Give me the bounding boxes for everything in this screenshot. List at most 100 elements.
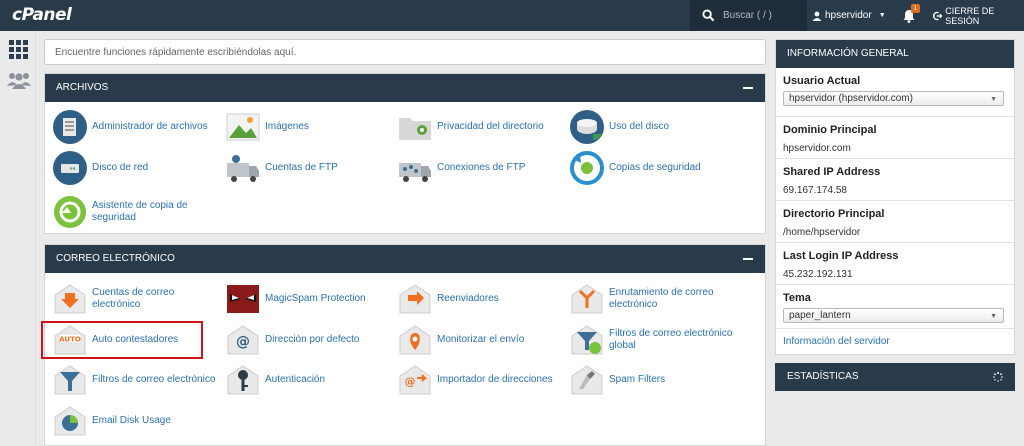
main-domain-value: hpservidor.com [783, 143, 851, 154]
backup-icon [570, 151, 604, 185]
tool-images[interactable]: Imágenes [226, 110, 390, 144]
tool-track-delivery[interactable]: Monitorizar el envío [398, 323, 562, 357]
tool-directory-privacy[interactable]: Privacidad del directorio [398, 110, 562, 144]
tool-default-address[interactable]: @ Dirección por defecto [226, 323, 390, 357]
tool-global-email-filters[interactable]: Filtros de correo electrónico global [570, 323, 734, 357]
svg-text:@: @ [405, 375, 416, 388]
tool-web-disk[interactable]: Disco de red [53, 151, 217, 185]
tool-label: Privacidad del directorio [437, 121, 544, 132]
tool-label: Reenviadores [437, 293, 499, 304]
global-search-input[interactable] [723, 10, 803, 21]
user-icon [812, 11, 822, 21]
tool-disk-usage[interactable]: Uso del disco [570, 110, 734, 144]
tool-label: Cuentas de FTP [265, 162, 338, 173]
home-dir-label: Directorio Principal [783, 208, 885, 220]
ftp-accounts-icon [227, 155, 259, 182]
tool-label: Cuentas de correo electrónico [92, 287, 175, 310]
tool-backup-wizard[interactable]: Asistente de copia de seguridad [53, 195, 217, 229]
current-user-label: Usuario Actual [783, 75, 861, 87]
tool-label: Filtros de correo electrónico [92, 374, 216, 385]
tool-label: Uso del disco [609, 121, 670, 132]
collapse-files-button[interactable] [743, 87, 753, 89]
last-login-item: Last Login IP Address 45.232.192.131 [776, 242, 1014, 284]
tool-magicspam[interactable]: MagicSpam Protection [226, 282, 390, 316]
disk-usage-icon [570, 110, 604, 144]
track-delivery-icon [399, 325, 431, 355]
chevron-down-icon: ▼ [878, 12, 886, 19]
select-arrow-icon: ▼ [990, 313, 997, 320]
global-search[interactable] [690, 0, 807, 31]
email-panel-header[interactable]: CORREO ELECTRÓNICO [45, 245, 765, 273]
tool-label: Asistente de copia de seguridad [92, 200, 188, 223]
images-icon [226, 113, 260, 141]
tool-email-accounts[interactable]: Cuentas de correo electrónico [53, 282, 217, 316]
spinner-icon [993, 372, 1003, 382]
last-login-value: 45.232.192.131 [783, 269, 853, 280]
username-label: hpservidor [825, 10, 872, 21]
main-domain-label: Dominio Principal [783, 124, 877, 136]
tool-label: Copias de seguridad [609, 162, 701, 173]
tool-ftp-connections[interactable]: Conexiones de FTP [398, 151, 562, 185]
tool-label: Monitorizar el envío [437, 334, 525, 345]
theme-value: paper_lantern [789, 310, 851, 321]
main-domain-item: Dominio Principal hpservidor.com [776, 116, 1014, 158]
stats-title: ESTADÍSTICAS [787, 371, 859, 382]
top-bar: cPanel hpservidor ▼ 1 CIERRE DE SESIÓN [0, 0, 1024, 31]
files-panel-header[interactable]: ARCHIVOS [45, 74, 765, 102]
logout-icon [933, 11, 943, 20]
server-info-link[interactable]: Información del servidor [783, 336, 890, 347]
theme-item: Tema paper_lantern ▼ [776, 284, 1014, 328]
email-disk-usage-icon [54, 406, 86, 436]
tool-backup[interactable]: Copias de seguridad [570, 151, 734, 185]
current-user-select[interactable]: hpservidor (hpservidor.com) ▼ [783, 91, 1004, 106]
tool-email-disk-usage[interactable]: Email Disk Usage [53, 404, 217, 438]
quick-search-input[interactable] [44, 39, 766, 65]
global-email-filters-icon [571, 325, 603, 355]
theme-select[interactable]: paper_lantern ▼ [783, 308, 1004, 323]
tool-label: Autenticación [265, 374, 326, 385]
tool-authentication[interactable]: Autenticación [226, 363, 390, 397]
magicspam-icon [227, 285, 259, 313]
left-rail [0, 31, 36, 446]
authentication-icon [227, 365, 259, 395]
user-menu[interactable]: hpservidor ▼ [812, 0, 886, 31]
directory-privacy-icon [399, 118, 431, 140]
home-dir-item: Directorio Principal /home/hpservidor [776, 200, 1014, 242]
general-info-title: INFORMACIÓN GENERAL [776, 40, 1014, 68]
stats-panel-header[interactable]: ESTADÍSTICAS [775, 363, 1015, 391]
tool-email-filters[interactable]: Filtros de correo electrónico [53, 363, 217, 397]
tool-ftp-accounts[interactable]: Cuentas de FTP [226, 151, 390, 185]
search-icon [702, 9, 715, 22]
current-user-value: hpservidor (hpservidor.com) [789, 93, 913, 104]
logout-label: CIERRE DE SESIÓN [945, 5, 995, 26]
tool-label: Imágenes [265, 121, 309, 132]
shared-ip-item: Shared IP Address 69.167.174.58 [776, 158, 1014, 200]
users-icon[interactable] [7, 71, 31, 89]
tool-label: Administrador de archivos [92, 121, 208, 132]
grid-icon[interactable] [9, 40, 28, 59]
tool-label: Importador de direcciones [437, 374, 553, 385]
address-importer-icon: @ [399, 365, 431, 395]
cpanel-logo[interactable]: cPanel [12, 5, 72, 25]
email-panel-title: CORREO ELECTRÓNICO [56, 253, 175, 264]
tool-label: MagicSpam Protection [265, 293, 366, 304]
tool-email-routing[interactable]: Enrutamiento de correo electrónico [570, 282, 734, 316]
autoresponders-highlight [41, 321, 203, 359]
tool-spam-filters[interactable]: Spam Filters [570, 363, 734, 397]
shared-ip-value: 69.167.174.58 [783, 185, 847, 196]
tool-label: Dirección por defecto [265, 334, 360, 345]
file-manager-icon [53, 110, 87, 144]
shared-ip-label: Shared IP Address [783, 166, 881, 178]
collapse-email-button[interactable] [743, 258, 753, 260]
tool-label: Email Disk Usage [92, 415, 171, 426]
tool-address-importer[interactable]: @ Importador de direcciones [398, 363, 562, 397]
web-disk-icon [53, 151, 87, 185]
tool-label: Filtros de correo electrónico global [609, 328, 733, 351]
logout-button[interactable]: CIERRE DE SESIÓN [933, 0, 1024, 31]
email-filters-icon [54, 365, 86, 395]
general-info-panel: INFORMACIÓN GENERAL Usuario Actual hpser… [775, 39, 1015, 355]
tool-file-manager[interactable]: Administrador de archivos [53, 110, 217, 144]
svg-text:@: @ [236, 334, 250, 350]
last-login-label: Last Login IP Address [783, 250, 899, 262]
tool-forwarders[interactable]: Reenviadores [398, 282, 562, 316]
